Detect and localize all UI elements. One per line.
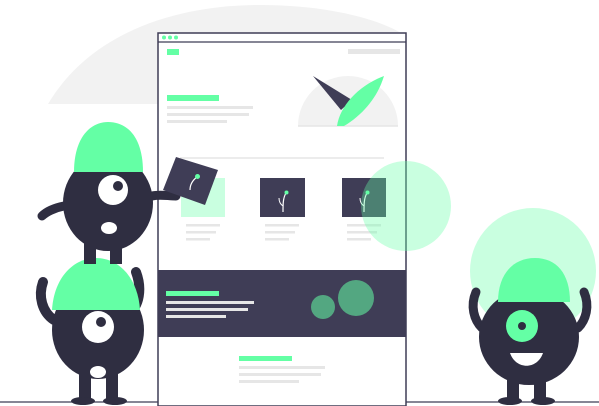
- monster-icon: [468, 208, 596, 405]
- hero-line: [167, 106, 253, 109]
- decorative-circle-icon: [338, 280, 374, 316]
- footer-line: [239, 380, 299, 383]
- illustration-canvas: [0, 0, 599, 406]
- hero-title-bar: [167, 95, 219, 101]
- footer-line: [239, 366, 325, 369]
- leaf-icon: [284, 190, 289, 195]
- monster-icon: [35, 258, 145, 405]
- nav-logo: [167, 49, 179, 55]
- footer-line: [239, 373, 321, 376]
- hero-line: [167, 120, 227, 123]
- window-dot-icon: [168, 35, 172, 40]
- dark-banner: [158, 270, 406, 337]
- window-dot-icon: [174, 35, 178, 40]
- decorative-circle-icon: [361, 161, 451, 251]
- footer-title-bar: [239, 356, 292, 361]
- window-dot-icon: [162, 35, 166, 40]
- nav-bar: [348, 49, 400, 54]
- hero-line: [167, 113, 249, 116]
- scene-svg: [0, 5, 599, 406]
- decorative-circle-icon: [311, 295, 335, 319]
